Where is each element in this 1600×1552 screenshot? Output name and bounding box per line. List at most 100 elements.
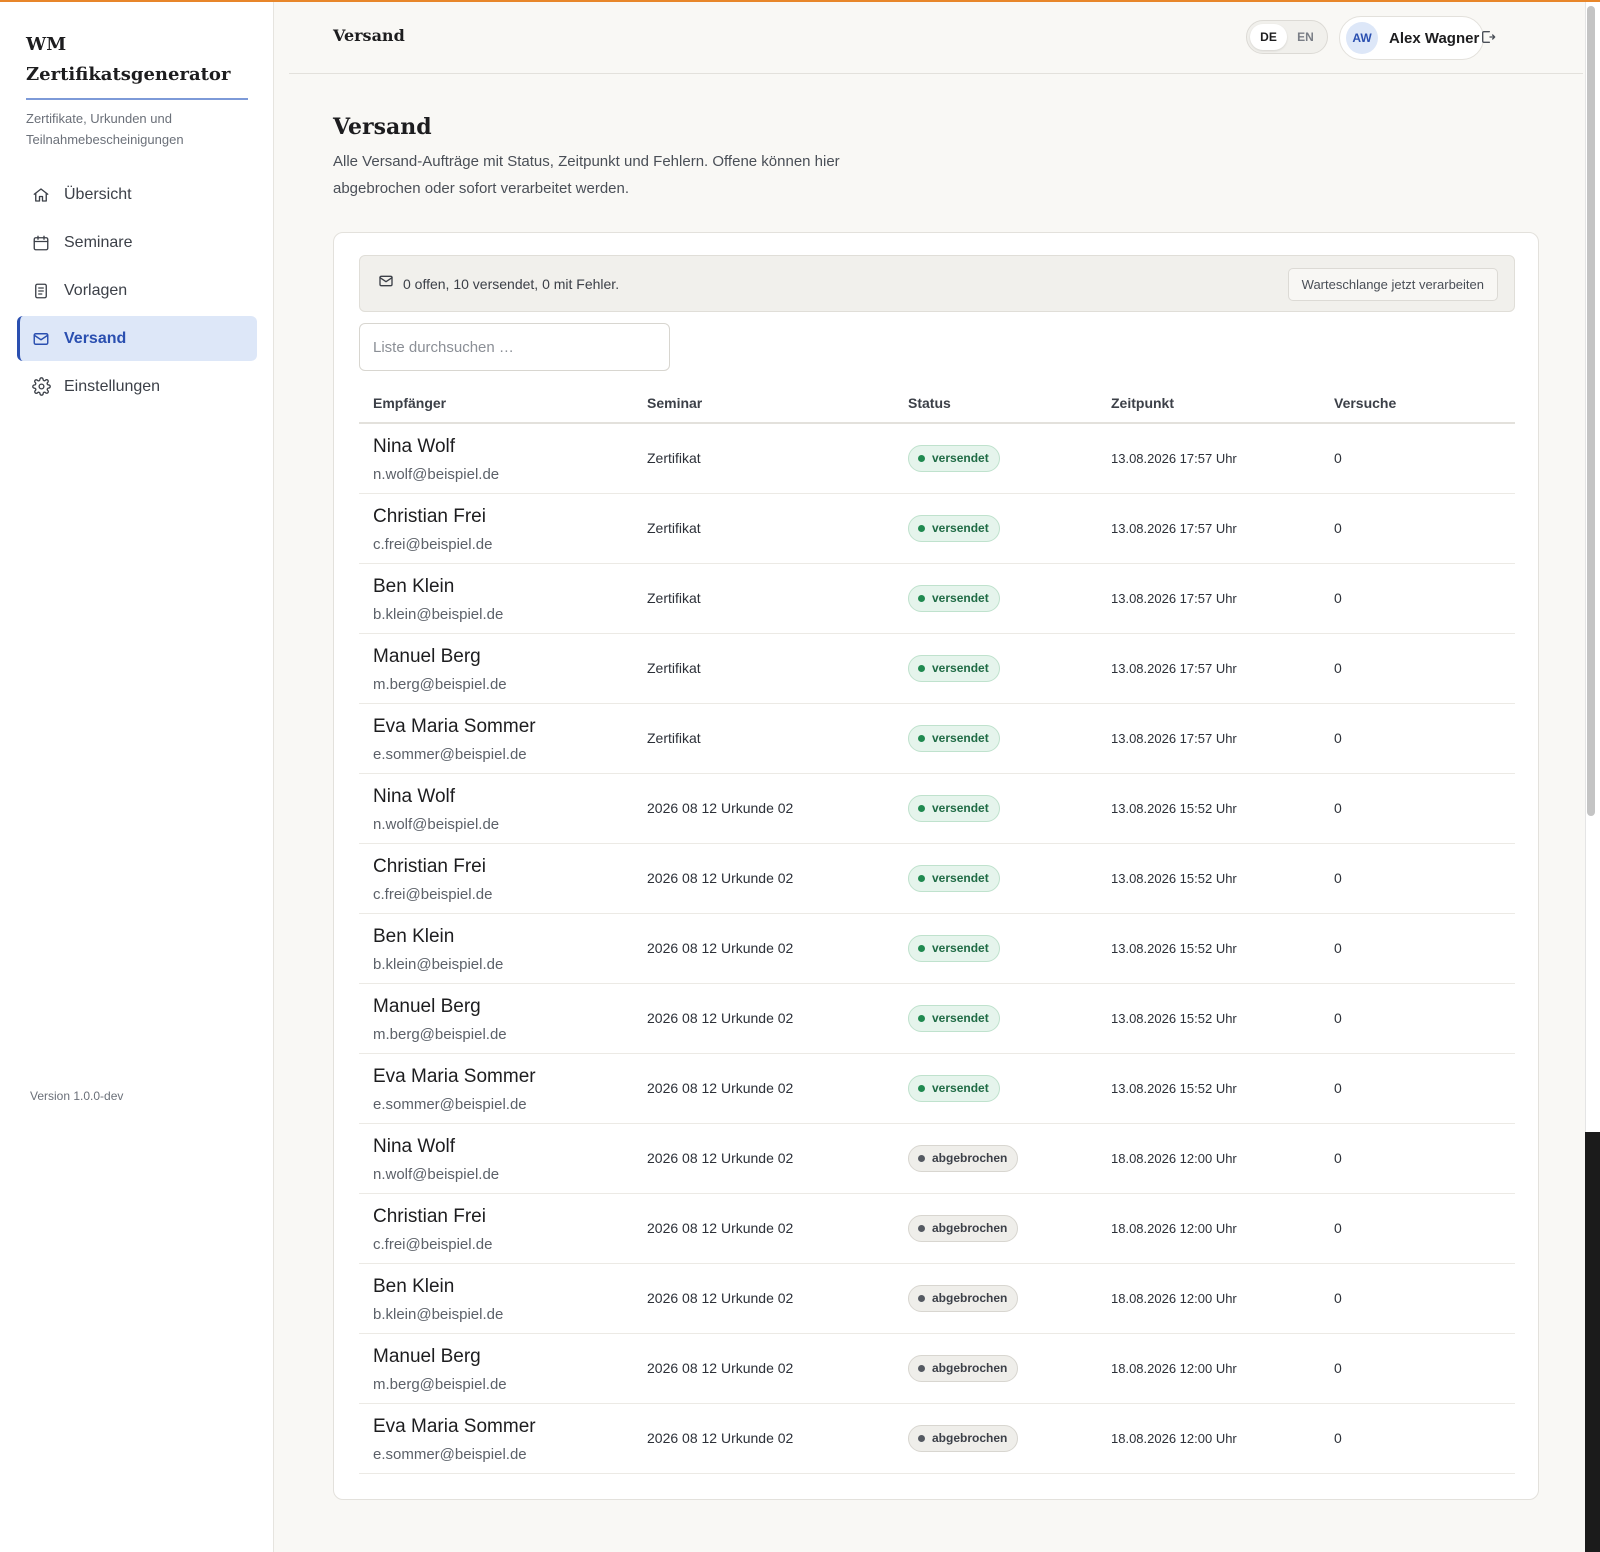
sidebar-item-label: Vorlagen — [64, 281, 128, 299]
table-row[interactable]: Ben Klein b.klein@beispiel.de 2026 08 12 U… — [359, 1263, 1515, 1334]
lang-en-button[interactable]: EN — [1287, 24, 1324, 50]
recipient-name: Christian Frei — [373, 1205, 486, 1227]
column-header-seminar[interactable]: Seminar — [633, 383, 894, 424]
table-row[interactable]: Eva Maria Sommer e.sommer@beispiel.de 2026… — [359, 1053, 1515, 1124]
table-row[interactable]: Nina Wolf n.wolf@beispiel.de 2026 08 12 Ur… — [359, 1123, 1515, 1194]
sidebar: WM Zertifikatsgenerator Zertifikate, Urk… — [0, 2, 274, 1552]
recipient-name: Christian Frei — [373, 505, 486, 527]
sidebar-nav: Übersicht Seminare Vorlagen Versand Eins… — [17, 172, 257, 412]
column-header-attempts[interactable]: Versuche — [1320, 383, 1515, 424]
table-row[interactable]: Christian Frei c.frei@beispiel.de 2026 08 … — [359, 1193, 1515, 1264]
seminar-cell: 2026 08 12 Urkunde 02 — [633, 843, 894, 914]
recipient-email: e.sommer@beispiel.de — [373, 1445, 527, 1463]
table-row[interactable]: Eva Maria Sommer e.sommer@beispiel.de 2026… — [359, 1403, 1515, 1474]
time-cell: 13.08.2026 17:57 Uhr — [1097, 563, 1320, 634]
table-row[interactable]: Nina Wolf n.wolf@beispiel.de Zertifikat ver… — [359, 423, 1515, 494]
sidebar-item-einstellungen[interactable]: Einstellungen — [17, 364, 257, 409]
status-badge: abgebrochen — [908, 1144, 1019, 1172]
recipient-email: e.sommer@beispiel.de — [373, 745, 527, 763]
column-header-status[interactable]: Status — [894, 383, 1097, 424]
time-cell: 18.08.2026 12:00 Uhr — [1097, 1333, 1320, 1404]
table-row[interactable]: Christian Frei c.frei@beispiel.de Zertifik… — [359, 493, 1515, 564]
table-row[interactable]: Nina Wolf n.wolf@beispiel.de 2026 08 12 Ur… — [359, 773, 1515, 844]
table-row[interactable]: Manuel Berg m.berg@beispiel.de Zertifikat v… — [359, 633, 1515, 704]
status-cell: versendet — [894, 493, 1097, 564]
recipient-name: Eva Maria Sommer — [373, 715, 536, 737]
recipient-email: m.berg@beispiel.de — [373, 1375, 507, 1393]
process-queue-button[interactable]: Warteschlange jetzt verarbeiten — [1287, 268, 1498, 301]
recipient-email: m.berg@beispiel.de — [373, 675, 507, 693]
sidebar-item-seminare[interactable]: Seminare — [17, 220, 257, 265]
status-badge: abgebrochen — [908, 1214, 1019, 1242]
status-badge: versendet — [908, 934, 1000, 962]
search-input[interactable] — [359, 323, 670, 371]
recipient-name: Nina Wolf — [373, 1135, 456, 1157]
status-text: abgebrochen — [932, 1291, 1008, 1305]
status-dot-icon — [918, 874, 925, 882]
sidebar-item-versand[interactable]: Versand — [17, 316, 257, 361]
status-badge: versendet — [908, 444, 1000, 472]
status-dot-icon — [918, 804, 925, 812]
page-description: Alle Versand-Aufträge mit Status, Zeitpu… — [333, 153, 840, 197]
user-menu[interactable]: AW Alex Wagner — [1339, 16, 1484, 60]
status-cell: versendet — [894, 1053, 1097, 1124]
logout-icon[interactable] — [1480, 29, 1498, 47]
column-header-recipient[interactable]: Empfänger — [359, 383, 633, 424]
attempts-cell: 0 — [1320, 423, 1515, 494]
seminar-cell: 2026 08 12 Urkunde 02 — [633, 1123, 894, 1194]
column-header-time[interactable]: Zeitpunkt — [1097, 383, 1320, 424]
table-row[interactable]: Ben Klein b.klein@beispiel.de 2026 08 12 U… — [359, 913, 1515, 984]
recipient-name: Ben Klein — [373, 925, 455, 947]
status-badge: versendet — [908, 724, 1000, 752]
scrollbar-thumb[interactable] — [1587, 6, 1595, 816]
table-row[interactable]: Manuel Berg m.berg@beispiel.de 2026 08 12 … — [359, 983, 1515, 1054]
table-row[interactable]: Eva Maria Sommer e.sommer@beispiel.de Zert… — [359, 703, 1515, 774]
status-dot-icon — [918, 1224, 925, 1232]
status-badge: abgebrochen — [908, 1284, 1019, 1312]
time-cell: 13.08.2026 15:52 Uhr — [1097, 773, 1320, 844]
document-icon — [31, 281, 51, 301]
recipient-cell: Christian Frei c.frei@beispiel.de — [359, 843, 633, 914]
attempts-cell: 0 — [1320, 1123, 1515, 1194]
lang-de-button[interactable]: DE — [1250, 24, 1287, 50]
seminar-cell: 2026 08 12 Urkunde 02 — [633, 1333, 894, 1404]
recipient-cell: Ben Klein b.klein@beispiel.de — [359, 563, 633, 634]
status-dot-icon — [918, 944, 925, 952]
time-cell: 13.08.2026 17:57 Uhr — [1097, 493, 1320, 564]
status-badge: versendet — [908, 654, 1000, 682]
attempts-cell: 0 — [1320, 1193, 1515, 1264]
recipient-email: e.sommer@beispiel.de — [373, 1095, 527, 1113]
table-row[interactable]: Ben Klein b.klein@beispiel.de Zertifikat ve… — [359, 563, 1515, 634]
sidebar-item-vorlagen[interactable]: Vorlagen — [17, 268, 257, 313]
recipient-email: b.klein@beispiel.de — [373, 605, 504, 623]
language-switch: DE EN — [1246, 20, 1328, 54]
seminar-cell: Zertifikat — [633, 703, 894, 774]
status-badge: versendet — [908, 1074, 1000, 1102]
recipient-email: n.wolf@beispiel.de — [373, 1165, 500, 1183]
queue-summary-text: 0 offen, 10 versendet, 0 mit Fehler. — [403, 275, 620, 292]
time-cell: 13.08.2026 15:52 Uhr — [1097, 983, 1320, 1054]
status-dot-icon — [918, 1364, 925, 1372]
status-text: versendet — [932, 871, 989, 885]
dispatch-table: Empfänger Seminar Status Zeitpunkt Versu… — [359, 383, 1515, 1474]
sidebar-item-label: Einstellungen — [64, 377, 161, 395]
status-cell: versendet — [894, 633, 1097, 704]
recipient-name: Ben Klein — [373, 1275, 455, 1297]
sidebar-item-uebersicht[interactable]: Übersicht — [17, 172, 257, 217]
recipient-cell: Eva Maria Sommer e.sommer@beispiel.de — [359, 1403, 633, 1474]
sidebar-item-label: Versand — [64, 329, 127, 347]
seminar-cell: Zertifikat — [633, 633, 894, 704]
status-text: versendet — [932, 1011, 989, 1025]
seminar-cell: Zertifikat — [633, 493, 894, 564]
recipient-cell: Nina Wolf n.wolf@beispiel.de — [359, 423, 633, 494]
status-cell: abgebrochen — [894, 1403, 1097, 1474]
seminar-cell: 2026 08 12 Urkunde 02 — [633, 1053, 894, 1124]
queue-summary: 0 offen, 10 versendet, 0 mit Fehler. War… — [359, 255, 1515, 312]
table-row[interactable]: Manuel Berg m.berg@beispiel.de 2026 08 12 … — [359, 1333, 1515, 1404]
time-cell: 13.08.2026 15:52 Uhr — [1097, 913, 1320, 984]
status-dot-icon — [918, 1154, 925, 1162]
table-row[interactable]: Christian Frei c.frei@beispiel.de 2026 08 … — [359, 843, 1515, 914]
attempts-cell: 0 — [1320, 1263, 1515, 1334]
recipient-email: c.frei@beispiel.de — [373, 1235, 493, 1253]
brand: WM Zertifikatsgenerator Zertifikate, Urk… — [26, 30, 248, 150]
